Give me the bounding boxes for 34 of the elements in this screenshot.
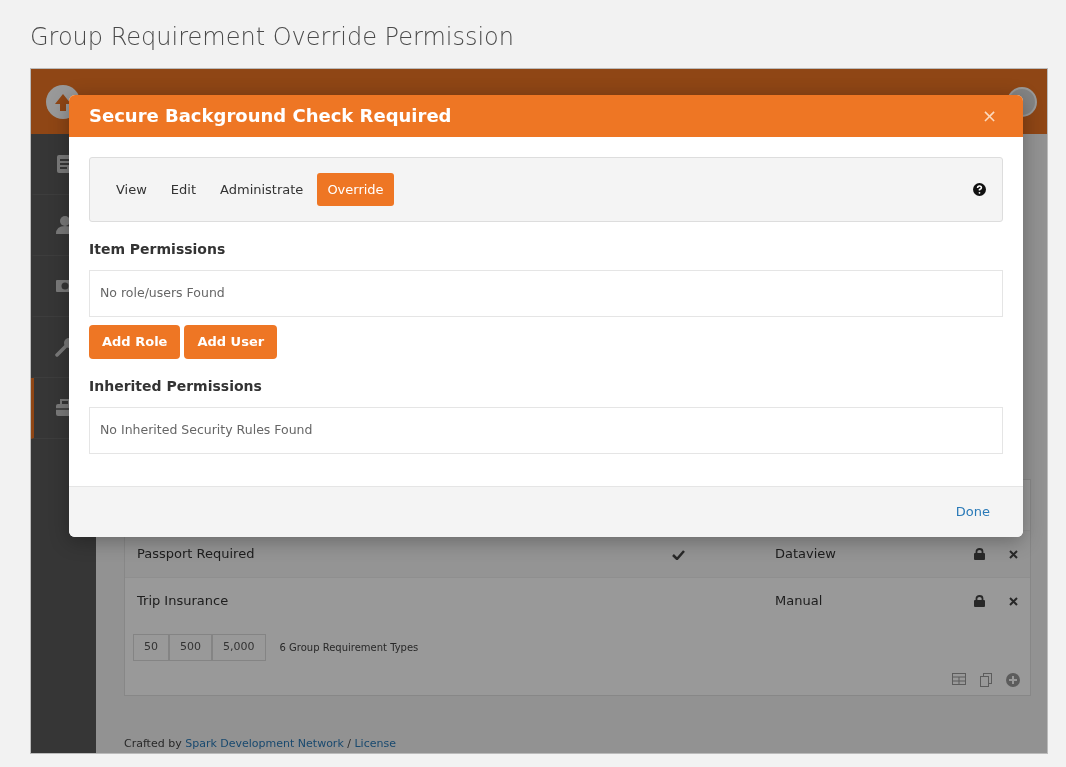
table-cell-text: Trip Insurance <box>137 592 230 611</box>
permission-tab[interactable]: Administrate <box>210 172 314 207</box>
copy-icon[interactable] <box>980 672 992 687</box>
row-count: 6 Group Requirement Types <box>279 640 419 655</box>
permission-tab[interactable]: View <box>106 172 157 207</box>
add-button[interactable]: Add User <box>184 325 278 359</box>
close-button[interactable]: × <box>975 107 1003 125</box>
table-cell-text: Dataview <box>775 545 837 564</box>
done-link[interactable]: Done <box>955 501 990 522</box>
add-icon[interactable] <box>1006 672 1020 687</box>
empty-message: No role/users Found <box>89 270 1003 317</box>
section-heading: Item Permissions <box>89 240 227 259</box>
table-cell-text: Passport Required <box>137 545 256 564</box>
permission-tab[interactable]: Override <box>317 172 394 207</box>
table-icon[interactable] <box>952 672 966 685</box>
lock-icon <box>974 595 985 607</box>
license-link[interactable]: License <box>354 736 396 750</box>
permission-tab[interactable]: Edit <box>160 172 207 207</box>
page-title: Group Requirement Override Permission <box>29 22 515 53</box>
lock-icon <box>974 548 985 560</box>
dialog-title: Secure Background Check Required <box>89 105 452 127</box>
delete-icon[interactable] <box>1009 596 1018 606</box>
page-size-button[interactable]: 500 <box>169 634 212 661</box>
footer-link[interactable]: Spark Development Network <box>185 736 344 750</box>
page-size-button[interactable]: 5,000 <box>212 634 266 661</box>
empty-message: No Inherited Security Rules Found <box>89 406 1003 454</box>
separator-text: / <box>347 736 351 750</box>
page-size-button[interactable]: 50 <box>133 634 169 661</box>
table-cell-text: Manual <box>775 592 824 611</box>
section-heading: Inherited Permissions <box>89 376 263 396</box>
add-button[interactable]: Add Role <box>89 325 181 359</box>
footer-text: Crafted by <box>124 736 182 750</box>
delete-icon[interactable] <box>1009 549 1018 559</box>
help-icon[interactable] <box>973 183 986 196</box>
